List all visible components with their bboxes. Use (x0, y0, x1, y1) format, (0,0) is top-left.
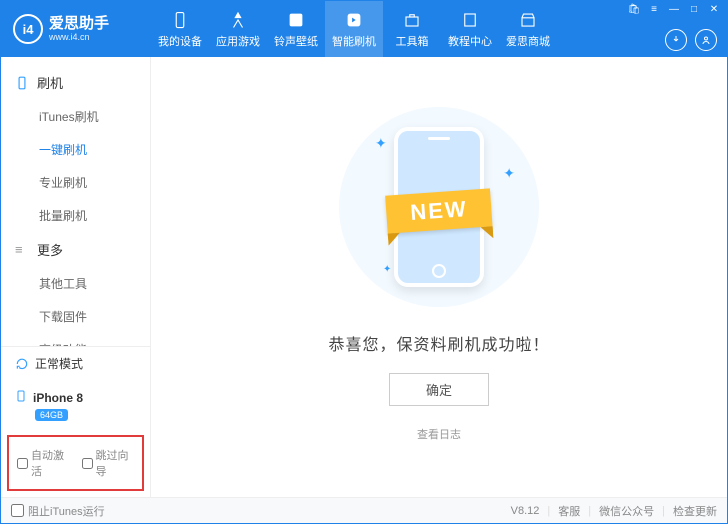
sidebar-item-pro-flash[interactable]: 专业刷机 (1, 166, 150, 199)
sidebar-group-flash: 刷机 (1, 65, 150, 100)
option-label: 自动激活 (31, 447, 70, 479)
nav-label: 智能刷机 (332, 33, 376, 49)
footer-right: V8.12 | 客服 | 微信公众号 | 检查更新 (511, 503, 717, 519)
logo-icon: i4 (13, 14, 43, 44)
skip-guide-checkbox[interactable] (82, 458, 93, 469)
confirm-button[interactable]: 确定 (389, 373, 489, 406)
sidebar-item-advanced[interactable]: 高级功能 (1, 333, 150, 346)
titlebar: i4 爱思助手 www.i4.cn 我的设备 应用游戏 铃声壁纸 智能刷机 (1, 1, 727, 57)
refresh-icon (15, 357, 29, 371)
customer-service-link[interactable]: 客服 (558, 503, 580, 519)
book-icon (461, 10, 479, 30)
block-itunes-checkbox[interactable] (11, 504, 24, 517)
store-icon (519, 10, 537, 30)
success-message: 恭喜您，保资料刷机成功啦！ (328, 331, 549, 355)
nav-apps-games[interactable]: 应用游戏 (209, 1, 267, 57)
main-content: ✦ ✦ ✦ NEW 恭喜您，保资料刷机成功啦！ 确定 查看日志 (151, 57, 727, 497)
auto-activate-checkbox[interactable] (17, 458, 28, 469)
sidebar-item-other-tools[interactable]: 其他工具 (1, 267, 150, 300)
download-button[interactable] (665, 29, 687, 51)
check-update-link[interactable]: 检查更新 (673, 503, 717, 519)
phone-icon (15, 388, 27, 407)
sparkle-icon: ✦ (503, 165, 515, 182)
wallpaper-icon (287, 10, 305, 30)
view-log-link[interactable]: 查看日志 (417, 426, 461, 442)
app-window: i4 爱思助手 www.i4.cn 我的设备 应用游戏 铃声壁纸 智能刷机 (0, 0, 728, 524)
toolbox-icon (403, 10, 421, 30)
phone-icon (15, 76, 31, 90)
user-button[interactable] (695, 29, 717, 51)
group-title: 更多 (37, 240, 63, 259)
app-site: www.i4.cn (49, 33, 109, 42)
success-illustration: ✦ ✦ ✦ NEW (339, 107, 539, 307)
nav-toolbox[interactable]: 工具箱 (383, 1, 441, 57)
nav-label: 铃声壁纸 (274, 33, 318, 49)
nav-tutorials[interactable]: 教程中心 (441, 1, 499, 57)
nav-label: 爱思商城 (506, 33, 550, 49)
nav-label: 教程中心 (448, 33, 492, 49)
flash-icon (345, 10, 363, 30)
option-skip-guide[interactable]: 跳过向导 (82, 447, 135, 479)
new-ribbon: NEW (385, 188, 493, 233)
group-title: 刷机 (37, 73, 63, 92)
nav-my-device[interactable]: 我的设备 (151, 1, 209, 57)
top-nav: 我的设备 应用游戏 铃声壁纸 智能刷机 工具箱 教程中心 (151, 1, 557, 57)
nav-store[interactable]: 爱思商城 (499, 1, 557, 57)
option-label: 跳过向导 (96, 447, 135, 479)
minimize-icon[interactable]: — (667, 4, 681, 15)
close-icon[interactable]: ✕ (707, 4, 721, 15)
device-mode-status[interactable]: 正常模式 (1, 347, 150, 380)
apps-icon (229, 10, 247, 30)
sidebar: 刷机 iTunes刷机 一键刷机 专业刷机 批量刷机 ≡ 更多 其他工具 下载固… (1, 57, 151, 497)
block-itunes-label: 阻止iTunes运行 (28, 503, 105, 519)
nav-label: 应用游戏 (216, 33, 260, 49)
wechat-link[interactable]: 微信公众号 (599, 503, 654, 519)
list-icon: ≡ (15, 242, 31, 257)
sidebar-item-download-firmware[interactable]: 下载固件 (1, 300, 150, 333)
separator: | (547, 505, 550, 517)
option-auto-activate[interactable]: 自动激活 (17, 447, 70, 479)
device-name: iPhone 8 (33, 391, 83, 405)
status-text: 正常模式 (35, 355, 83, 372)
highlighted-options: 自动激活 跳过向导 (7, 435, 144, 491)
device-capacity-badge: 64GB (35, 409, 68, 421)
header-right-buttons (665, 29, 717, 51)
device-info[interactable]: iPhone 8 64GB (1, 380, 150, 429)
sidebar-bottom: 正常模式 iPhone 8 64GB 自动激活 (1, 346, 150, 497)
separator: | (588, 505, 591, 517)
sidebar-item-itunes-flash[interactable]: iTunes刷机 (1, 100, 150, 133)
sparkle-icon: ✦ (375, 135, 387, 152)
nav-label: 工具箱 (396, 33, 429, 49)
version-label: V8.12 (511, 505, 540, 517)
maximize-icon[interactable]: □ (687, 4, 701, 15)
body: 刷机 iTunes刷机 一键刷机 专业刷机 批量刷机 ≡ 更多 其他工具 下载固… (1, 57, 727, 497)
sidebar-group-more: ≡ 更多 (1, 232, 150, 267)
separator: | (662, 505, 665, 517)
sparkle-icon: ✦ (383, 264, 391, 275)
nav-ringtone-wallpaper[interactable]: 铃声壁纸 (267, 1, 325, 57)
statusbar: 阻止iTunes运行 V8.12 | 客服 | 微信公众号 | 检查更新 (1, 497, 727, 523)
logo-block: i4 爱思助手 www.i4.cn (1, 14, 151, 44)
menu-icon[interactable]: ≡ (647, 4, 661, 15)
device-icon (171, 10, 189, 30)
cart-icon[interactable]: 🛍 (627, 4, 641, 15)
sidebar-item-onekey-flash[interactable]: 一键刷机 (1, 133, 150, 166)
block-itunes-option[interactable]: 阻止iTunes运行 (11, 503, 105, 519)
nav-label: 我的设备 (158, 33, 202, 49)
nav-smart-flash[interactable]: 智能刷机 (325, 1, 383, 57)
sidebar-item-batch-flash[interactable]: 批量刷机 (1, 199, 150, 232)
app-name: 爱思助手 (49, 16, 109, 31)
window-controls: 🛍 ≡ — □ ✕ (627, 4, 721, 15)
